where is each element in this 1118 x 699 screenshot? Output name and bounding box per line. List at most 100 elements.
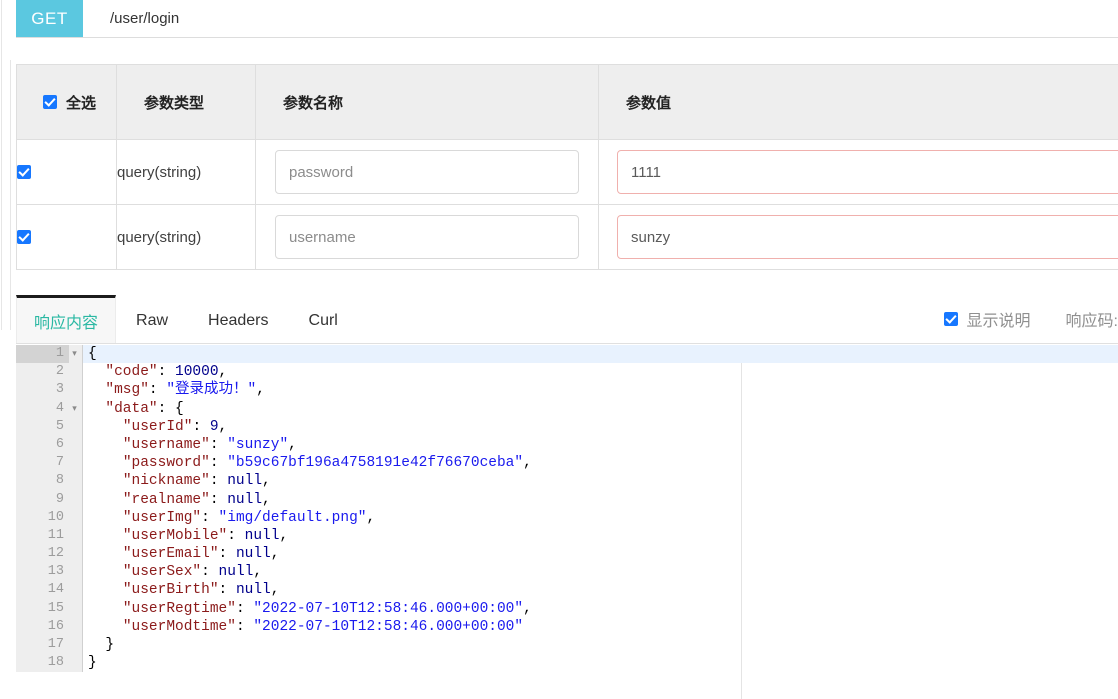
code-line-text: "userMobile": null, — [122, 527, 289, 544]
code-line-row: 8 "nickname": null, — [16, 472, 1118, 491]
fold-toggle-icon[interactable]: ▾ — [69, 345, 80, 363]
tab-curl[interactable]: Curl — [289, 295, 358, 343]
show-description-toggle[interactable]: 显示说明 — [943, 307, 1031, 331]
code-line-text: "data": { — [105, 400, 184, 417]
show-description-label: 显示说明 — [966, 313, 1031, 330]
tab-response-content[interactable]: 响应内容 — [16, 295, 117, 343]
code-line-row: 6 "username": "sunzy", — [16, 435, 1118, 455]
code-line-row: 14 "userBirth": null, — [16, 581, 1118, 600]
row-select-cell — [16, 204, 117, 270]
code-line-row: 18} — [16, 654, 1118, 673]
line-number: 13 — [16, 563, 69, 582]
code-line-row: 16 "userModtime": "2022-07-10T12:58:46.0… — [16, 617, 1118, 636]
gutter-spacer — [69, 417, 83, 436]
table-row: query(string) — [16, 139, 1118, 205]
code-line-text: } — [88, 637, 115, 653]
line-number: 7 — [16, 454, 69, 473]
row-select-cell — [16, 139, 117, 205]
code-line-text: "userModtime": "2022-07-10T12:58:46.000+… — [122, 618, 524, 635]
code-line-text: } — [88, 655, 97, 672]
code-line-row: 2 "code": 10000, — [16, 363, 1118, 382]
line-number: 1 ▾ — [16, 345, 77, 364]
gutter-spacer — [69, 435, 83, 455]
table-row: query(string) — [16, 204, 1118, 270]
row-select-checkbox[interactable] — [17, 164, 31, 179]
tab-raw[interactable]: Raw — [116, 295, 188, 343]
code-line-row: 3 "msg": "登录成功！", — [16, 381, 1118, 400]
code-line-text: "realname": null, — [122, 491, 271, 508]
column-header-param-value: 参数值 — [598, 64, 1118, 140]
code-line-row: 7 "password": "b59c67bf196a4758191e42f76… — [16, 454, 1118, 473]
gutter-spacer — [69, 581, 83, 600]
code-line-text: "userImg": "img/default.png", — [122, 509, 376, 526]
line-number: 6 — [16, 435, 69, 455]
code-line-row: 13 "userSex": null, — [16, 563, 1118, 582]
gutter-spacer — [69, 472, 83, 491]
row-select-checkbox[interactable] — [17, 229, 31, 244]
code-line-row: 11 "userMobile": null, — [16, 526, 1118, 546]
code-line-row: 15 "userRegtime": "2022-07-10T12:58:46.0… — [16, 599, 1118, 618]
line-number: 3 — [16, 381, 69, 400]
gutter-spacer — [69, 381, 83, 400]
code-line-text: "username": "sunzy", — [122, 436, 297, 453]
editor-code-rows: 1 ▾{2 "code": 10000, 3 "msg": "登录成功！", 4 ▾ "… — [16, 345, 1118, 673]
line-number: 2 — [16, 363, 69, 382]
param-value-input[interactable] — [617, 150, 1118, 194]
row-param-type: query(string) — [116, 204, 256, 270]
response-tab-bar-right: 显示说明 响应码: — [943, 295, 1118, 343]
code-line-text: "msg": "登录成功！", — [105, 382, 265, 399]
params-table-body: query(string) query(string) — [16, 139, 1118, 270]
line-number: 12 — [16, 545, 69, 564]
gutter-spacer — [69, 599, 83, 618]
response-code-editor[interactable]: 1 ▾{2 "code": 10000, 3 "msg": "登录成功！", 4 ▾ "… — [16, 345, 1118, 699]
line-number: 14 — [16, 581, 69, 600]
line-number: 16 — [16, 617, 69, 636]
row-param-name-cell — [255, 139, 599, 205]
line-number: 10 — [16, 508, 69, 527]
code-line-row: 12 "userEmail": null, — [16, 545, 1118, 564]
code-line-row: 17 } — [16, 636, 1118, 655]
param-name-input[interactable] — [275, 150, 579, 194]
code-line-text: "userEmail": null, — [122, 546, 280, 563]
gutter-spacer — [69, 363, 83, 382]
code-line-row: 1 ▾ { — [16, 345, 1118, 364]
request-bar: GET /user/login — [16, 0, 1118, 38]
row-param-value-cell — [598, 204, 1118, 270]
gutter-spacer — [69, 454, 83, 473]
line-number: 15 — [16, 599, 69, 618]
code-line-text: "userBirth": null, — [122, 582, 280, 599]
line-number: 18 — [16, 654, 69, 673]
fold-toggle-icon[interactable]: ▾ — [69, 400, 80, 418]
code-line-row: 5 "userId": 9, — [16, 417, 1118, 436]
row-param-value-cell — [598, 139, 1118, 205]
line-number: 17 — [16, 636, 69, 655]
column-header-param-type: 参数类型 — [116, 64, 256, 140]
request-path[interactable]: /user/login — [83, 0, 1118, 37]
gutter-spacer — [69, 617, 83, 636]
tab-headers[interactable]: Headers — [188, 295, 288, 343]
line-number: 11 — [16, 526, 69, 546]
left-frame-rule-inner — [10, 60, 11, 330]
gutter-spacer — [69, 526, 83, 546]
row-param-type: query(string) — [116, 139, 256, 205]
show-description-checkbox[interactable] — [943, 312, 958, 326]
select-all-label: 全选 — [66, 94, 97, 112]
row-param-name-cell — [255, 204, 599, 270]
response-tab-bar: 响应内容 Raw Headers Curl 显示说明 响应码: — [16, 295, 1118, 344]
select-all-checkbox[interactable] — [43, 95, 57, 109]
param-name-input[interactable] — [275, 215, 579, 259]
code-line-text: { — [83, 345, 1118, 364]
code-line-text: "code": 10000, — [105, 364, 228, 381]
gutter-spacer — [69, 490, 83, 509]
left-frame-rule-outer — [1, 0, 2, 330]
column-header-param-name: 参数名称 — [255, 64, 599, 140]
http-method-badge[interactable]: GET — [16, 0, 83, 37]
code-line-text: "userId": 9, — [122, 418, 228, 435]
code-line-row: 10 "userImg": "img/default.png", — [16, 508, 1118, 527]
gutter-spacer — [69, 563, 83, 582]
gutter-spacer — [69, 508, 83, 527]
gutter-spacer — [69, 545, 83, 564]
line-number: 8 — [16, 472, 69, 491]
params-table: 全选 参数类型 参数名称 参数值 query(string) query — [16, 64, 1118, 270]
param-value-input[interactable] — [617, 215, 1118, 259]
